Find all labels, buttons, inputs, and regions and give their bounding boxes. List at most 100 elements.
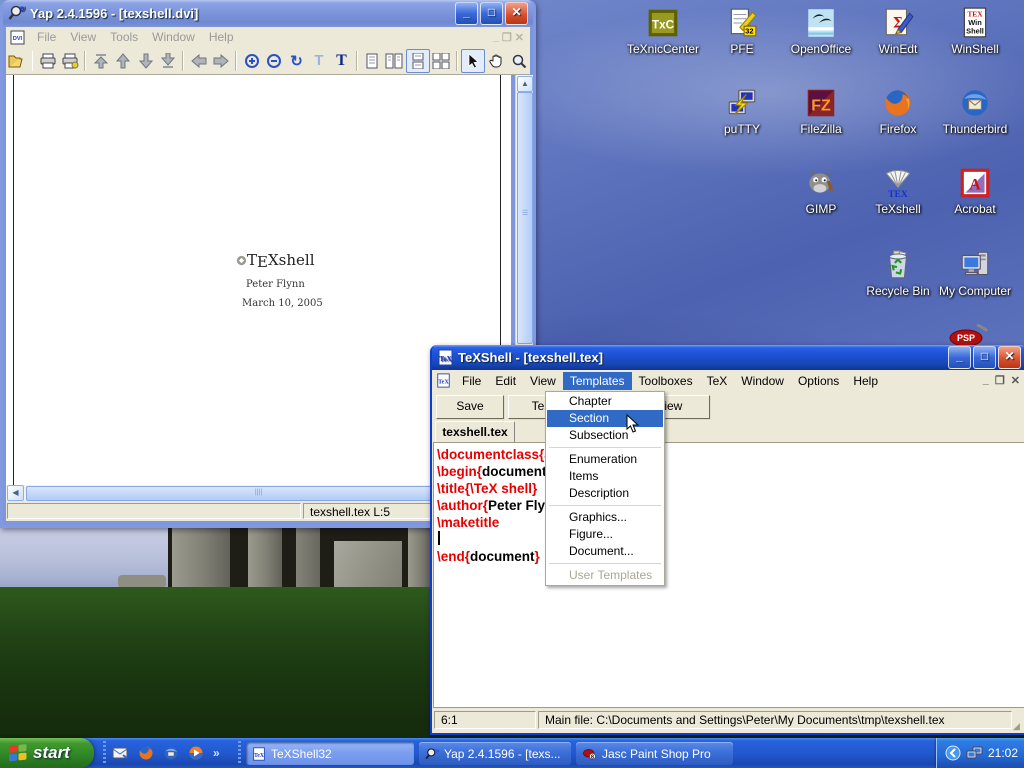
ruler-icon[interactable]: T: [308, 50, 331, 72]
two-page-icon[interactable]: [383, 50, 406, 72]
yap-menu-file[interactable]: File: [30, 28, 63, 46]
menu-edit[interactable]: Edit: [488, 372, 523, 390]
mdi-close-icon[interactable]: ✕: [515, 31, 524, 44]
menuitem-section[interactable]: Section: [547, 410, 663, 427]
resize-grip[interactable]: ◢: [1013, 721, 1024, 731]
desktop-icon-texshell[interactable]: TEX TeXshell: [859, 166, 937, 216]
scroll-thumb[interactable]: ||||: [26, 486, 491, 501]
yap-toolbar: ↻ T T: [6, 47, 530, 75]
last-page-icon[interactable]: [157, 50, 180, 72]
desktop-icon-openoffice[interactable]: OpenOffice: [782, 6, 860, 56]
clock[interactable]: 21:02: [988, 746, 1018, 760]
firefox-quick-icon[interactable]: [138, 745, 154, 761]
yap-menu-window[interactable]: Window: [145, 28, 202, 46]
task-label: Yap 2.4.1596 - [texs...: [444, 747, 561, 761]
menu-window[interactable]: Window: [734, 372, 791, 390]
tab-texshell-tex[interactable]: texshell.tex: [435, 421, 515, 443]
single-page-icon[interactable]: [361, 50, 384, 72]
menuitem-enumeration[interactable]: Enumeration: [547, 451, 663, 468]
refresh-icon[interactable]: ↻: [285, 50, 308, 72]
menu-help[interactable]: Help: [846, 372, 885, 390]
scroll-thumb[interactable]: ☰: [517, 92, 533, 344]
next-page-icon[interactable]: [134, 50, 157, 72]
print-icon[interactable]: [36, 50, 59, 72]
menu-file[interactable]: File: [455, 372, 488, 390]
menuitem-description[interactable]: Description: [547, 485, 663, 502]
minimize-button[interactable]: _: [455, 2, 478, 25]
desktop-icon-my-computer[interactable]: My Computer: [936, 248, 1014, 298]
forward-icon[interactable]: [210, 50, 233, 72]
desktop-icon-texniccenter[interactable]: TxC TeXnicCenter: [624, 6, 702, 56]
svg-text:Shell: Shell: [966, 27, 984, 36]
thunderbird-quick-icon[interactable]: [163, 745, 179, 761]
continuous-two-icon[interactable]: [430, 50, 453, 72]
texshell-titlebar[interactable]: TeX TeXShell - [texshell.tex] _ □ ✕: [432, 345, 1024, 370]
menuitem-document[interactable]: Document...: [547, 543, 663, 560]
texshell-editor[interactable]: \documentclass{a\begin{document}\title{\…: [433, 442, 1024, 708]
desktop-icon-winshell[interactable]: TEXWinShell WinShell: [936, 6, 1014, 56]
mdi-restore-icon[interactable]: ❐: [502, 31, 512, 44]
zoom-out-icon[interactable]: [263, 50, 286, 72]
mdi-minimize-icon[interactable]: _: [983, 374, 989, 387]
desktop-icon-recycle-bin[interactable]: Recycle Bin: [859, 248, 937, 298]
stone-pillar: [172, 525, 230, 591]
texshell-mdi-document-icon[interactable]: TeX: [436, 373, 451, 388]
desktop-icon-thunderbird[interactable]: Thunderbird: [936, 86, 1014, 136]
text-mode-icon[interactable]: T: [330, 50, 353, 72]
menu-options[interactable]: Options: [791, 372, 846, 390]
select-tool-icon[interactable]: [461, 49, 486, 73]
first-page-icon[interactable]: [89, 50, 112, 72]
scroll-up-icon[interactable]: ▲: [517, 76, 533, 92]
scroll-left-icon[interactable]: ◀: [7, 485, 24, 501]
menuitem-figure[interactable]: Figure...: [547, 526, 663, 543]
minimize-button[interactable]: _: [948, 346, 971, 369]
close-button[interactable]: ✕: [998, 346, 1021, 369]
maximize-button[interactable]: □: [480, 2, 503, 25]
desktop-icon-acrobat[interactable]: A Acrobat: [936, 166, 1014, 216]
previous-page-icon[interactable]: [112, 50, 135, 72]
desktop-icon-firefox[interactable]: Firefox: [859, 86, 937, 136]
print-setup-icon[interactable]: [59, 50, 82, 72]
zoom-in-icon[interactable]: [240, 50, 263, 72]
open-file-icon[interactable]: [6, 50, 29, 72]
taskbar-task-psp[interactable]: 8 Jasc Paint Shop Pro: [576, 742, 733, 765]
mdi-minimize-icon[interactable]: _: [493, 31, 499, 44]
yap-menu-help[interactable]: Help: [202, 28, 241, 46]
desktop-icon-pfe[interactable]: 32 PFE: [703, 6, 781, 56]
taskbar-task-yap[interactable]: DVI Yap 2.4.1596 - [texs...: [419, 742, 571, 765]
menuitem-subsection[interactable]: Subsection: [547, 427, 663, 444]
desktop-icon-filezilla[interactable]: FZ FileZilla: [782, 86, 860, 136]
close-button[interactable]: ✕: [505, 2, 528, 25]
back-icon[interactable]: [187, 50, 210, 72]
desktop-icon-putty[interactable]: puTTY: [703, 86, 781, 136]
continuous-single-icon[interactable]: [406, 49, 431, 73]
menuitem-chapter[interactable]: Chapter: [547, 393, 663, 410]
menu-tex[interactable]: TeX: [700, 372, 735, 390]
save-button[interactable]: Save: [436, 395, 504, 419]
tray-chevron-icon[interactable]: [945, 745, 961, 761]
menuitem-user-templates[interactable]: User Templates: [547, 567, 663, 584]
yap-mdi-document-icon[interactable]: DVI: [10, 30, 26, 45]
desktop-icon-gimp[interactable]: GIMP: [782, 166, 860, 216]
mdi-close-icon[interactable]: ✕: [1011, 374, 1020, 387]
menu-toolboxes[interactable]: Toolboxes: [632, 372, 700, 390]
desktop-icon-psp-partial[interactable]: PSP: [946, 324, 990, 346]
quick-launch-chevron-icon[interactable]: »: [213, 746, 220, 760]
menu-templates[interactable]: Templates: [563, 372, 632, 390]
magnifier-tool-icon[interactable]: [508, 50, 531, 72]
hand-tool-icon[interactable]: [485, 50, 508, 72]
media-player-icon[interactable]: [188, 745, 204, 761]
menuitem-items[interactable]: Items: [547, 468, 663, 485]
maximize-button[interactable]: □: [973, 346, 996, 369]
yap-titlebar[interactable]: DVI Yap 2.4.1596 - [texshell.dvi] _ □ ✕: [3, 0, 533, 26]
mail-launch-icon[interactable]: [112, 746, 129, 760]
menuitem-graphics[interactable]: Graphics...: [547, 509, 663, 526]
taskbar-task-texshell32[interactable]: TeX TeXShell32: [246, 742, 414, 765]
yap-menu-tools[interactable]: Tools: [103, 28, 145, 46]
mdi-restore-icon[interactable]: ❐: [995, 374, 1005, 387]
network-icon[interactable]: [966, 746, 983, 760]
menu-view[interactable]: View: [523, 372, 563, 390]
desktop-icon-winedt[interactable]: Σ WinEdt: [859, 6, 937, 56]
start-button[interactable]: start: [0, 738, 94, 768]
yap-menu-view[interactable]: View: [63, 28, 103, 46]
